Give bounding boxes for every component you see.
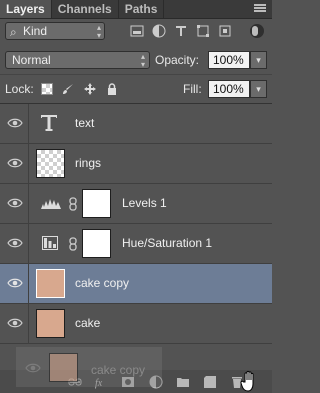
panel-menu-icon[interactable]	[254, 3, 266, 15]
opacity-label: Opacity:	[155, 53, 200, 67]
drag-ghost-layer: cake copy	[16, 347, 162, 387]
shape-filter-icon[interactable]	[196, 24, 210, 38]
layer-row-selected[interactable]: cake copy	[0, 264, 272, 304]
chain-link-icon[interactable]	[68, 197, 78, 211]
layer-name: cake copy	[75, 276, 130, 290]
lock-transparency-icon[interactable]	[41, 83, 53, 95]
layer-row[interactable]: Hue/Saturation 1	[0, 224, 272, 264]
opacity-dropdown-button[interactable]: ▾	[250, 51, 267, 69]
lock-brush-icon[interactable]	[62, 83, 74, 95]
updown-arrow-icon: ▴ ▾	[140, 52, 145, 69]
layer-row[interactable]: Levels 1	[0, 184, 272, 224]
group-icon[interactable]	[176, 375, 190, 389]
eye-icon[interactable]	[7, 277, 23, 289]
levels-icon	[41, 199, 61, 209]
eye-icon[interactable]	[7, 197, 23, 209]
layer-name: rings	[75, 156, 102, 170]
hue-saturation-icon	[42, 236, 58, 250]
new-layer-icon[interactable]	[203, 375, 217, 389]
blend-row: Normal ▴ ▾ Opacity: 100% ▾	[0, 46, 272, 75]
layer-mask-thumbnail[interactable]	[82, 189, 111, 218]
eye-icon[interactable]	[7, 117, 23, 129]
layer-mask-thumbnail[interactable]	[82, 229, 111, 258]
layer-name: Levels 1	[122, 196, 167, 210]
eye-icon[interactable]	[7, 157, 23, 169]
filter-kind-label: Kind	[23, 24, 48, 38]
panel-tabs: Layers Channels Paths	[0, 0, 272, 19]
text-layer-icon	[41, 115, 57, 131]
filter-toggle[interactable]	[250, 24, 264, 38]
tab-channels[interactable]: Channels	[52, 0, 119, 18]
layer-thumbnail	[36, 309, 65, 338]
eye-icon[interactable]	[7, 317, 23, 329]
hand-cursor-icon	[240, 370, 254, 392]
lock-move-icon[interactable]	[84, 83, 96, 95]
blend-mode-select[interactable]: Normal ▴ ▾	[5, 51, 150, 69]
eye-icon	[25, 363, 41, 373]
adjustment-filter-icon[interactable]	[152, 24, 166, 38]
drag-ghost-name: cake copy	[91, 363, 146, 377]
layer-row[interactable]: cake	[0, 304, 272, 344]
updown-arrow-icon: ▴ ▾	[96, 23, 101, 40]
filter-kind-select[interactable]: ⌕ Kind ▴ ▾	[5, 22, 105, 40]
type-filter-icon[interactable]	[174, 24, 188, 38]
layer-name: Hue/Saturation 1	[122, 236, 213, 250]
fill-input[interactable]: 100%	[208, 80, 250, 98]
layer-thumbnail	[49, 353, 78, 382]
blend-mode-label: Normal	[12, 53, 51, 67]
layer-row[interactable]: rings	[0, 144, 272, 184]
smart-object-filter-icon[interactable]	[218, 24, 232, 38]
tab-layers[interactable]: Layers	[0, 0, 52, 18]
opacity-input[interactable]: 100%	[208, 51, 250, 69]
search-icon: ⌕	[10, 25, 17, 39]
fill-label: Fill:	[183, 82, 202, 96]
tab-paths[interactable]: Paths	[119, 0, 165, 18]
layer-thumbnail	[36, 149, 65, 178]
fill-dropdown-button[interactable]: ▾	[250, 80, 267, 98]
eye-icon[interactable]	[7, 237, 23, 249]
layer-thumbnail	[36, 269, 65, 298]
layer-row[interactable]: text	[0, 104, 272, 144]
lock-label: Lock:	[5, 82, 34, 96]
lock-all-icon[interactable]	[106, 83, 118, 95]
pixel-filter-icon[interactable]	[130, 24, 144, 38]
layer-name: cake	[75, 316, 101, 330]
chain-link-icon[interactable]	[68, 237, 78, 251]
layers-list: text rings Levels 1 Hue/Saturation 1 cak…	[0, 104, 272, 345]
lock-row: Lock: Fill: 100% ▾	[0, 75, 272, 104]
layer-name: text	[75, 116, 95, 130]
filter-row: ⌕ Kind ▴ ▾	[0, 18, 272, 46]
